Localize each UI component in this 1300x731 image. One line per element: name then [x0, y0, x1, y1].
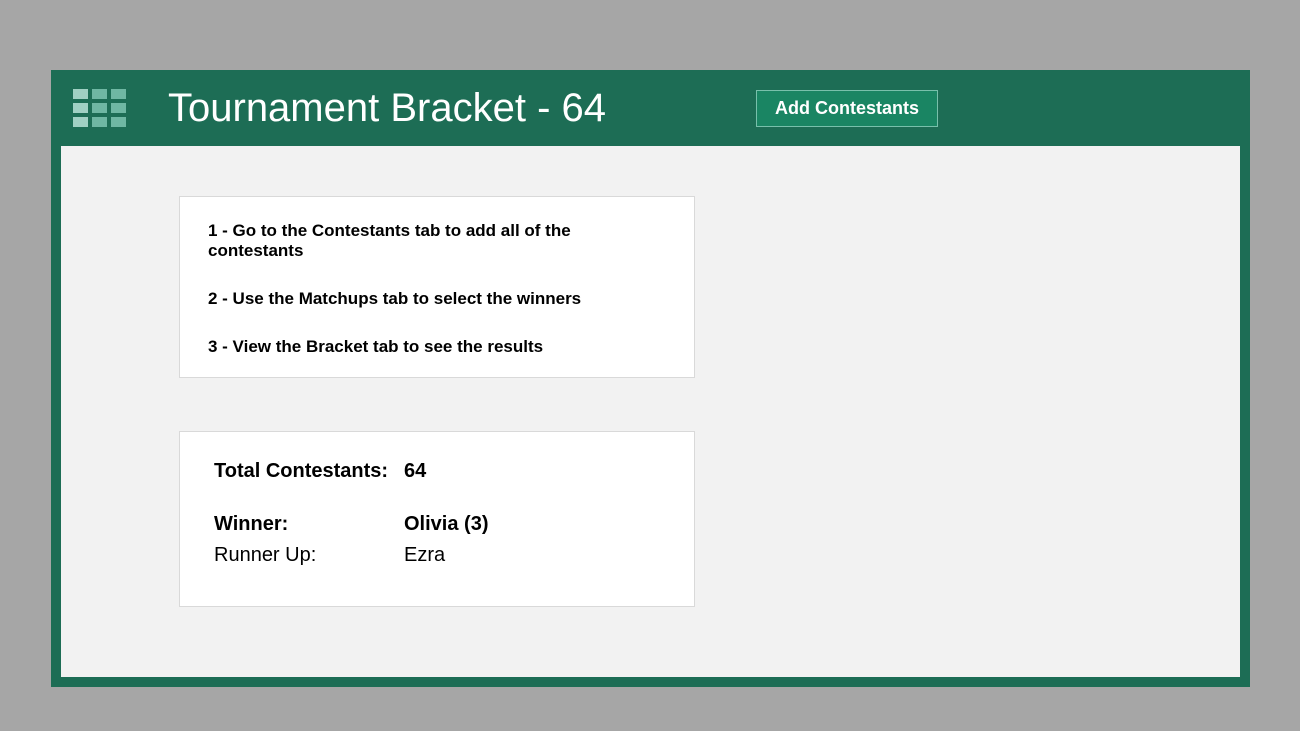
header-bar: Tournament Bracket - 64 Add Contestants: [51, 70, 1250, 146]
instruction-step: 2 - Use the Matchups tab to select the w…: [208, 289, 666, 309]
app-logo-icon: [73, 89, 126, 127]
runnerup-row: Runner Up: Ezra: [214, 544, 660, 567]
summary-card: Total Contestants: 64 Winner: Olivia (3)…: [179, 431, 695, 607]
page-title: Tournament Bracket - 64: [168, 86, 606, 131]
total-contestants-value: 64: [404, 460, 426, 483]
runnerup-label: Runner Up:: [214, 544, 404, 567]
winner-row: Winner: Olivia (3): [214, 513, 660, 536]
winner-value: Olivia (3): [404, 513, 488, 536]
content-area: 1 - Go to the Contestants tab to add all…: [61, 146, 1240, 677]
add-contestants-button[interactable]: Add Contestants: [756, 90, 938, 127]
app-frame: Tournament Bracket - 64 Add Contestants …: [51, 70, 1250, 687]
total-contestants-row: Total Contestants: 64: [214, 460, 660, 483]
instructions-card: 1 - Go to the Contestants tab to add all…: [179, 196, 695, 378]
winner-label: Winner:: [214, 513, 404, 536]
total-contestants-label: Total Contestants:: [214, 460, 404, 483]
runnerup-value: Ezra: [404, 544, 445, 567]
instruction-step: 3 - View the Bracket tab to see the resu…: [208, 337, 666, 357]
instruction-step: 1 - Go to the Contestants tab to add all…: [208, 221, 666, 261]
